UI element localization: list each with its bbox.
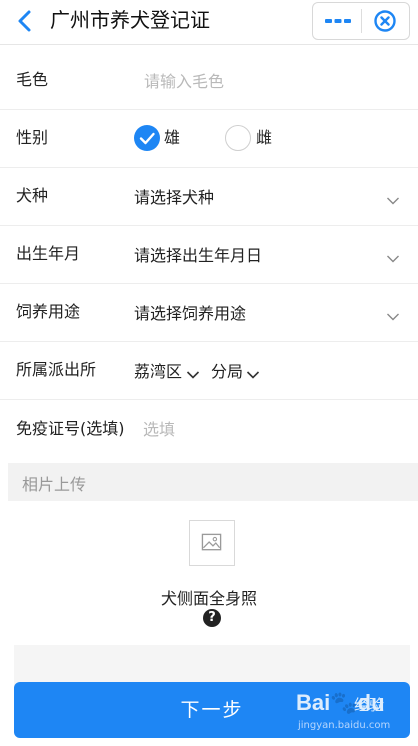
mini-program-capsule xyxy=(312,2,410,40)
vaccine-row[interactable]: 免疫证号(选填) 选填 xyxy=(0,400,418,458)
photo-section-header: 相片上传 xyxy=(8,463,418,501)
watermark-product: 经验 xyxy=(354,696,385,714)
photo-caption: 犬侧面全身照 xyxy=(160,589,257,608)
gender-female-label[interactable]: 雌 xyxy=(256,127,272,149)
coat-color-input[interactable]: 请输入毛色 xyxy=(144,71,224,93)
purpose-label: 饲养用途 xyxy=(16,302,81,321)
breed-select[interactable]: 请选择犬种 xyxy=(134,187,214,209)
photo-upload-button[interactable] xyxy=(189,520,235,566)
coat-color-row[interactable]: 毛色 请输入毛色 xyxy=(0,52,418,110)
capsule-divider xyxy=(361,9,362,33)
coat-color-label: 毛色 xyxy=(16,70,49,89)
chevron-down-icon xyxy=(387,313,399,321)
chevron-down-icon[interactable] xyxy=(246,370,260,380)
baidu-jingyan-watermark: Bai🐾du 经验 jingyan.baidu.com xyxy=(296,688,400,738)
purpose-select[interactable]: 请选择饲养用途 xyxy=(134,303,246,325)
breed-label: 犬种 xyxy=(16,186,49,205)
page-title: 广州市养犬登记证 xyxy=(50,8,210,32)
watermark-url: jingyan.baidu.com xyxy=(298,720,391,731)
image-icon xyxy=(201,533,222,551)
title-bar: 广州市养犬登记证 xyxy=(0,0,418,45)
check-icon xyxy=(139,132,155,145)
vaccine-input[interactable]: 选填 xyxy=(143,419,175,441)
more-icon[interactable] xyxy=(323,11,353,31)
birth-select[interactable]: 请选择出生年月日 xyxy=(134,245,262,267)
gender-male-label[interactable]: 雄 xyxy=(164,127,180,149)
close-icon[interactable] xyxy=(373,9,397,33)
vaccine-label: 免疫证号(选填) xyxy=(16,419,125,438)
birth-label: 出生年月 xyxy=(16,244,81,263)
birth-row[interactable]: 出生年月 请选择出生年月日 xyxy=(0,226,418,284)
police-station-label: 所属派出所 xyxy=(16,360,97,379)
chevron-down-icon xyxy=(387,197,399,205)
branch-select[interactable]: 分局 xyxy=(211,361,243,383)
gender-label: 性别 xyxy=(16,128,49,147)
help-icon[interactable]: ? xyxy=(203,609,221,627)
purpose-row[interactable]: 饲养用途 请选择饲养用途 xyxy=(0,284,418,342)
gender-row: 性别 雄 雌 xyxy=(0,110,418,168)
chevron-down-icon[interactable] xyxy=(186,370,200,380)
gender-female-radio[interactable] xyxy=(225,125,251,151)
police-station-row: 所属派出所 荔湾区 分局 xyxy=(0,342,418,400)
district-select[interactable]: 荔湾区 xyxy=(134,361,182,383)
back-arrow-icon[interactable] xyxy=(14,8,36,34)
gender-male-radio[interactable] xyxy=(134,125,160,151)
photo-section-title: 相片上传 xyxy=(22,475,87,494)
breed-row[interactable]: 犬种 请选择犬种 xyxy=(0,168,418,226)
spacer-band xyxy=(14,645,410,687)
chevron-down-icon xyxy=(387,255,399,263)
